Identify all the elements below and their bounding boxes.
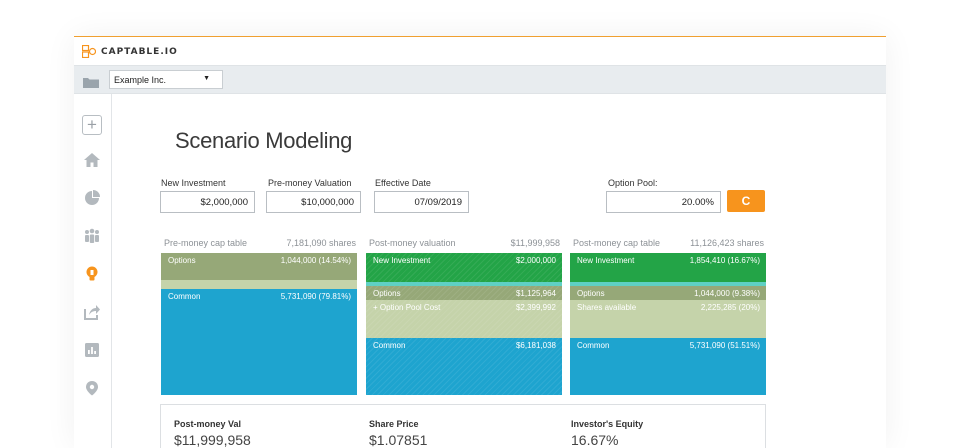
segment-label: Common — [373, 341, 406, 350]
segment-new-investment[interactable]: New Investment 1,854,410 (16.67%) — [570, 253, 766, 282]
post-money-cap-table: New Investment 1,854,410 (16.67%) Option… — [570, 253, 766, 395]
effective-date-input[interactable]: 07/09/2019 — [374, 191, 469, 213]
segment-label: Common — [168, 292, 201, 301]
bar-chart-icon[interactable] — [83, 341, 101, 359]
segment-option-pool-cost[interactable]: + Option Pool Cost $2,399,992 — [366, 300, 562, 338]
post-money-valuation-header-value: $11,999,958 — [510, 238, 560, 248]
page-title: Scenario Modeling — [175, 128, 353, 153]
pre-money-header-value: 7,181,090 shares — [286, 238, 356, 248]
investor-equity-label: Investor's Equity — [571, 419, 644, 429]
segment-label: Options — [168, 256, 196, 265]
segment-value: 1,044,000 (14.54%) — [280, 256, 351, 265]
segment-label: + Option Pool Cost — [373, 303, 441, 312]
map-pin-icon[interactable] — [83, 379, 101, 397]
refresh-icon: C — [741, 194, 751, 208]
segment-new-investment[interactable]: New Investment $2,000,000 — [366, 253, 562, 282]
top-bar: CAPTABLE.IO — [74, 36, 886, 65]
segment-options[interactable]: Options $1,125,964 — [366, 286, 562, 300]
segment-value: 5,731,090 (79.81%) — [280, 292, 351, 301]
segment-label: New Investment — [577, 256, 635, 265]
segment-label: Options — [373, 289, 401, 298]
post-money-valuation-header: Post-money valuation — [369, 238, 456, 248]
post-money-valuation-chart: New Investment $2,000,000 Options $1,125… — [366, 253, 562, 395]
app-window: CAPTABLE.IO Example Inc. ▼ + Scenario Mo… — [74, 36, 886, 448]
segment-value: 5,731,090 (51.51%) — [689, 341, 760, 350]
brand-name: CAPTABLE.IO — [101, 46, 178, 57]
add-button[interactable]: + — [82, 115, 102, 135]
segment-label: Shares available — [577, 303, 637, 312]
post-money-val-value: $11,999,958 — [174, 432, 251, 448]
segment-label: Options — [577, 289, 605, 298]
summary-panel: Post-money Val $11,999,958 Share Price $… — [160, 404, 766, 448]
company-select-value: Example Inc. — [114, 75, 167, 85]
segment-unallocated — [161, 280, 357, 289]
segment-options[interactable]: Options 1,044,000 (9.38%) — [570, 286, 766, 300]
lightbulb-icon[interactable] — [83, 265, 101, 283]
post-money-cap-header: Post-money cap table — [573, 238, 661, 248]
recalculate-button[interactable]: C — [727, 190, 765, 212]
investor-equity-value: 16.67% — [571, 432, 619, 448]
share-icon[interactable] — [83, 303, 101, 321]
segment-value: $1,125,964 — [515, 289, 556, 298]
home-icon[interactable] — [83, 151, 101, 169]
share-price-label: Share Price — [369, 419, 419, 429]
post-money-val-label: Post-money Val — [174, 419, 242, 429]
new-investment-label: New Investment — [161, 178, 226, 188]
pre-money-header: Pre-money cap table — [164, 238, 248, 248]
segment-common[interactable]: Common $6,181,038 — [366, 338, 562, 395]
pre-money-label: Pre-money Valuation — [268, 178, 352, 188]
option-pool-label: Option Pool: — [608, 178, 658, 188]
people-icon[interactable] — [83, 227, 101, 245]
post-money-cap-header-value: 11,126,423 shares — [690, 238, 764, 248]
segment-value: 1,044,000 (9.38%) — [694, 289, 760, 298]
pre-money-input[interactable]: $10,000,000 — [266, 191, 361, 213]
segment-value: $2,399,992 — [515, 303, 556, 312]
segment-label: Common — [577, 341, 610, 350]
toolbar: Example Inc. ▼ — [74, 65, 886, 94]
segment-value: $2,000,000 — [515, 256, 556, 265]
segment-shares-available[interactable]: Shares available 2,225,285 (20%) — [570, 300, 766, 338]
segment-value: $6,181,038 — [515, 341, 556, 350]
segment-common[interactable]: Common 5,731,090 (51.51%) — [570, 338, 766, 395]
side-nav: + — [74, 94, 112, 448]
folder-icon[interactable] — [83, 75, 99, 88]
segment-label: New Investment — [373, 256, 431, 265]
brand[interactable]: CAPTABLE.IO — [81, 44, 178, 59]
new-investment-input[interactable]: $2,000,000 — [160, 191, 255, 213]
pie-chart-icon[interactable] — [83, 189, 101, 207]
captable-logo-icon — [81, 44, 97, 59]
company-select[interactable]: Example Inc. ▼ — [109, 70, 223, 89]
segment-value: 1,854,410 (16.67%) — [689, 256, 760, 265]
segment-common[interactable]: Common 5,731,090 (79.81%) — [161, 289, 357, 395]
segment-options[interactable]: Options 1,044,000 (14.54%) — [161, 253, 357, 280]
effective-date-label: Effective Date — [375, 178, 431, 188]
pre-money-cap-table: Options 1,044,000 (14.54%) Common 5,731,… — [161, 253, 357, 395]
chevron-down-icon: ▼ — [203, 75, 210, 82]
segment-value: 2,225,285 (20%) — [700, 303, 760, 312]
share-price-value: $1.07851 — [369, 432, 428, 448]
option-pool-input[interactable]: 20.00% — [606, 191, 721, 213]
